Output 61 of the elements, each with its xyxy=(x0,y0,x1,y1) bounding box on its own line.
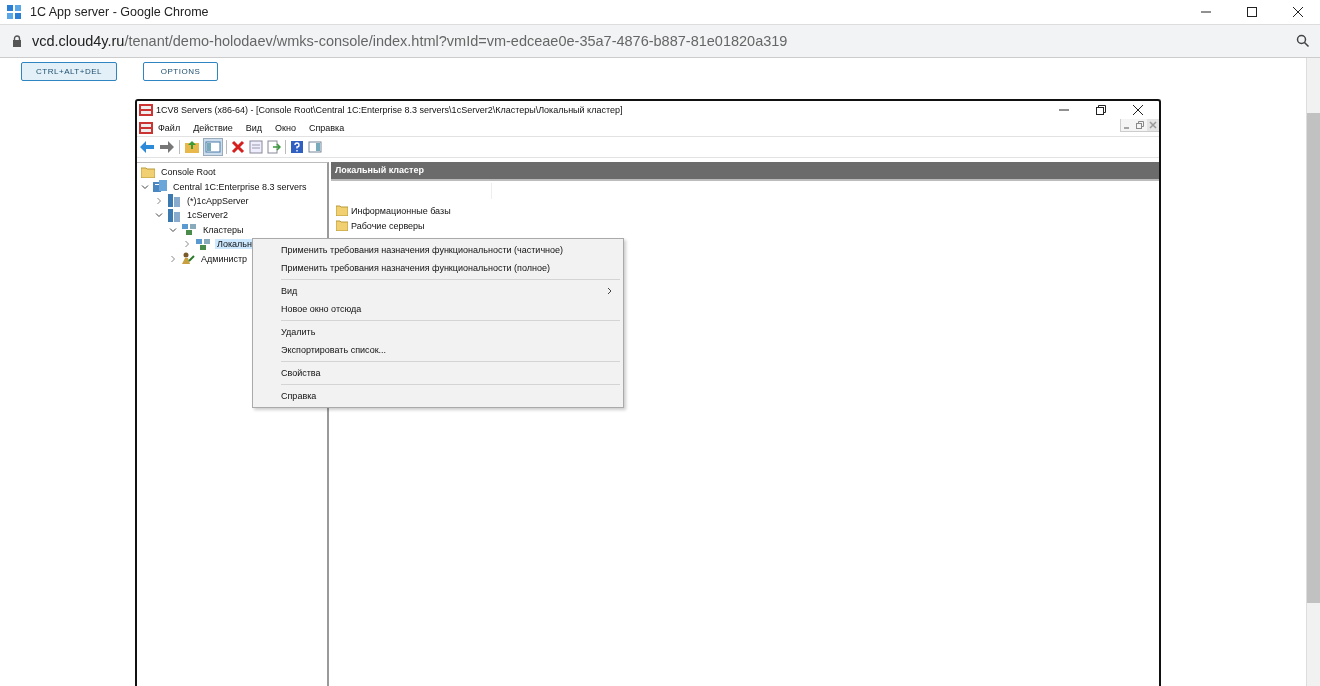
list-item[interactable]: Рабочие серверы xyxy=(351,220,425,231)
tree-item[interactable]: (*)1cAppServer xyxy=(185,195,251,206)
window-title: 1CV8 Servers (x86-64) - [Console Root\Central 1C:Enterprise 8.3 servers\1cServer2\Кластеры\Локальный кластер] xyxy=(156,105,623,115)
menu-item[interactable]: Справка xyxy=(308,122,345,133)
scrollbar[interactable] xyxy=(1306,58,1320,686)
app-icon xyxy=(139,104,153,116)
close-icon[interactable] xyxy=(1133,105,1143,115)
url-text: vcd.cloud4y.ru/tenant/demo-holodaev/wmks-console/index.html?vmId=vm-edceae0e-35a7-4876-b887-81e01820a319 xyxy=(32,33,788,49)
tree-item[interactable]: Кластеры xyxy=(201,224,246,235)
help-icon[interactable] xyxy=(290,140,304,154)
folder-icon xyxy=(141,166,155,178)
app-icon xyxy=(139,121,153,134)
expanded-chevron-icon[interactable] xyxy=(141,182,149,191)
server-icon xyxy=(167,208,181,222)
tree-item[interactable]: Console Root xyxy=(159,167,218,178)
context-menu-item[interactable]: Применить требования назначения функциональности (частичное) xyxy=(256,241,620,259)
folder-up-icon[interactable] xyxy=(184,140,200,154)
address-bar[interactable]: vcd.cloud4y.ru/tenant/demo-holodaev/wmks-console/index.html?vmId=vm-edceae0e-35a7-4876-b887-81e01820a319 xyxy=(0,24,1320,58)
context-menu-item[interactable]: Вид xyxy=(256,282,620,300)
cluster-icon xyxy=(181,223,197,237)
panel-icon[interactable] xyxy=(308,140,322,154)
list-item[interactable]: Информационные базы xyxy=(351,205,451,216)
back-icon[interactable] xyxy=(139,140,155,154)
restore-icon[interactable] xyxy=(1096,105,1106,115)
menu-item[interactable]: Вид xyxy=(245,122,262,133)
cluster-icon xyxy=(195,237,211,251)
tree-item[interactable]: Администр xyxy=(199,253,250,264)
menu-item[interactable]: Действие xyxy=(193,122,233,133)
forward-icon[interactable] xyxy=(159,140,175,154)
lock-icon xyxy=(12,35,22,47)
context-menu-item[interactable]: Новое окно отсюда xyxy=(256,300,620,318)
collapsed-chevron-icon[interactable] xyxy=(183,240,191,249)
expanded-chevron-icon[interactable] xyxy=(155,211,163,220)
close-icon[interactable] xyxy=(1292,6,1304,18)
context-menu-item[interactable]: Свойства xyxy=(256,364,620,382)
zoom-icon[interactable] xyxy=(1296,34,1310,48)
collapsed-chevron-icon[interactable] xyxy=(155,196,163,205)
folder-icon xyxy=(336,220,348,231)
menu-item[interactable]: Окно xyxy=(275,122,296,133)
server-icon xyxy=(167,194,181,208)
tree-item[interactable]: 1cServer2 xyxy=(185,210,231,221)
menu-item[interactable]: Файл xyxy=(158,122,181,133)
window-title: 1C App server - Google Chrome xyxy=(30,5,209,19)
export-icon[interactable] xyxy=(267,140,281,154)
collapsed-chevron-icon[interactable] xyxy=(169,254,177,263)
delete-icon[interactable] xyxy=(231,140,245,154)
maximize-icon[interactable] xyxy=(1246,6,1258,18)
folder-icon xyxy=(336,205,348,216)
console-button[interactable]: CTRL+ALT+DEL xyxy=(21,62,117,81)
pane-header: Локальный кластер xyxy=(331,162,1159,181)
context-menu-item[interactable]: Справка xyxy=(256,387,620,405)
context-menu-item[interactable]: Применить требования назначения функциональности (полное) xyxy=(256,259,620,277)
tree-item[interactable]: Central 1C:Enterprise 8.3 servers xyxy=(171,181,309,192)
console-button[interactable]: OPTIONS xyxy=(143,62,218,81)
context-menu-item[interactable]: Экспортировать список... xyxy=(256,341,620,359)
context-menu-item[interactable]: Удалить xyxy=(256,323,620,341)
admin-icon xyxy=(181,252,195,266)
expanded-chevron-icon[interactable] xyxy=(169,225,177,234)
console-tree-icon[interactable] xyxy=(204,139,222,155)
app-icon xyxy=(6,4,22,20)
server-group-icon xyxy=(153,180,167,194)
